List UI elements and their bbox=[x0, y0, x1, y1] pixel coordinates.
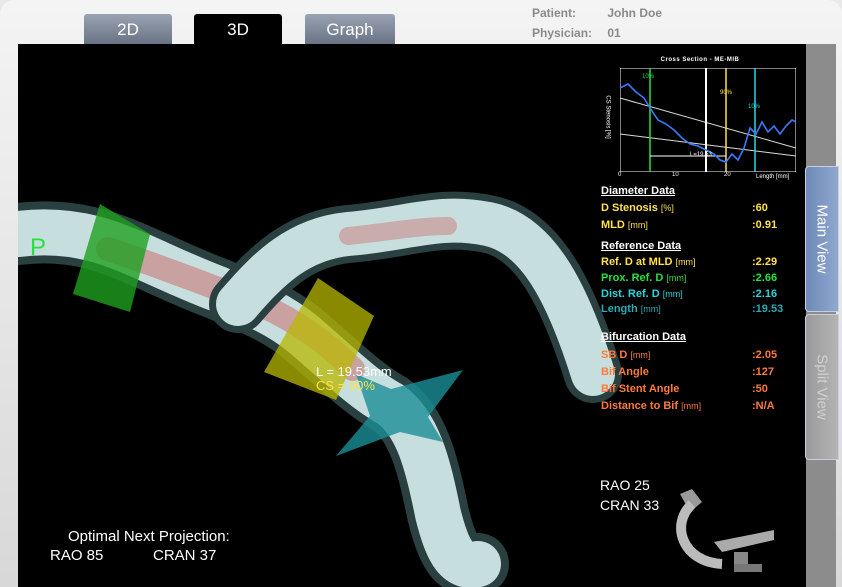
x-tick-10: 10 bbox=[672, 172, 679, 178]
diameter-data-header: Diameter Data bbox=[601, 185, 675, 197]
mld-unit: [mm] bbox=[627, 220, 648, 230]
ref-d-mld-row: Ref. D at MLD [mm] :2.29 bbox=[601, 256, 777, 268]
marker-left-label: 10% bbox=[642, 74, 655, 80]
d-stenosis-value: :60 bbox=[752, 202, 768, 214]
tab-3d[interactable]: 3D bbox=[194, 14, 282, 44]
split-view-label: Split View bbox=[813, 354, 831, 420]
bif-stent-angle-value: :50 bbox=[752, 383, 768, 395]
cross-section-chart: Cross Section - ME-MIB CS Stenosis [%] 1… bbox=[600, 56, 800, 186]
ref-d-mld-label: Ref. D at MLD bbox=[601, 256, 673, 268]
branch-shading bbox=[339, 217, 457, 245]
cross-section-ylabel: CS Stenosis [%] bbox=[604, 95, 611, 139]
main-view-tab[interactable]: Main View bbox=[805, 166, 839, 312]
prox-ref-d-label: Prox. Ref. D bbox=[601, 272, 664, 284]
patient-row: Patient: John Doe bbox=[532, 6, 662, 20]
marker-mid-label: 90% bbox=[720, 90, 733, 96]
dist-ref-d-label: Dist. Ref. D bbox=[601, 288, 660, 300]
bif-stent-angle-label: Bif Stent Angle bbox=[601, 383, 680, 395]
optimal-rao: RAO 85 bbox=[50, 547, 104, 564]
prox-ref-d-unit: [mm] bbox=[666, 273, 687, 283]
sb-d-value: :2.05 bbox=[752, 349, 778, 361]
dist-ref-d-value: :2.16 bbox=[752, 288, 778, 300]
distance-to-bif-label: Distance to Bif bbox=[601, 400, 679, 412]
cross-section-xlabel: Length [mm] bbox=[756, 174, 790, 180]
d-stenosis-row: D Stenosis [%] :60 bbox=[601, 202, 768, 214]
optimal-cran: CRAN 37 bbox=[153, 547, 217, 564]
tab-2d[interactable]: 2D bbox=[84, 14, 172, 44]
c-arm-orientation-icon bbox=[676, 489, 774, 572]
dist-ref-d-row: Dist. Ref. D [mm] :2.16 bbox=[601, 288, 777, 300]
angle-cran: CRAN 33 bbox=[600, 497, 660, 513]
reference-data-header: Reference Data bbox=[601, 240, 682, 252]
distance-to-bif-unit: [mm] bbox=[681, 401, 702, 411]
mld-row: MLD [mm] :0.91 bbox=[601, 219, 777, 231]
x-tick-20: 20 bbox=[724, 172, 731, 178]
sb-d-unit: [mm] bbox=[630, 350, 651, 360]
bif-angle-value: :127 bbox=[752, 366, 775, 378]
x-tick-0: 0 bbox=[618, 172, 622, 178]
distance-to-bif-row: Distance to Bif [mm] :N/A bbox=[601, 400, 775, 412]
marker-right-label: 10% bbox=[748, 104, 761, 110]
sb-d-label: SB D bbox=[601, 349, 628, 361]
mld-value: :0.91 bbox=[752, 219, 778, 231]
bif-angle-label: Bif Angle bbox=[601, 366, 649, 378]
prox-ref-d-row: Prox. Ref. D [mm] :2.66 bbox=[601, 272, 777, 284]
distance-to-bif-value: :N/A bbox=[752, 400, 775, 412]
ref-d-mld-value: :2.29 bbox=[752, 256, 778, 268]
physician-label: Physician: bbox=[532, 26, 593, 40]
split-view-tab[interactable]: Split View bbox=[805, 314, 839, 460]
length-marker-label: L=19.53 bbox=[690, 152, 712, 158]
tab-graph[interactable]: Graph bbox=[305, 14, 395, 44]
bif-angle-row: Bif Angle :127 bbox=[601, 366, 774, 378]
physician-value: 01 bbox=[607, 26, 621, 40]
sb-d-row: SB D [mm] :2.05 bbox=[601, 349, 777, 361]
length-value: :19.53 bbox=[752, 303, 784, 315]
physician-row: Physician: 01 bbox=[532, 26, 621, 40]
ref-d-mld-unit: [mm] bbox=[675, 257, 696, 267]
mld-label: MLD bbox=[601, 219, 625, 231]
length-label-text: Length bbox=[601, 303, 638, 315]
bifurcation-data-header: Bifurcation Data bbox=[601, 331, 686, 343]
length-unit: [mm] bbox=[640, 304, 661, 314]
main-view-label: Main View bbox=[813, 204, 831, 274]
dist-ref-d-unit: [mm] bbox=[662, 289, 683, 299]
length-row: Length [mm] :19.53 bbox=[601, 303, 783, 315]
d-stenosis-unit: [%] bbox=[660, 203, 674, 213]
cs-label: CS = 90% bbox=[316, 378, 375, 393]
bif-stent-angle-row: Bif Stent Angle :50 bbox=[601, 383, 768, 395]
patient-label: Patient: bbox=[532, 6, 577, 20]
cross-section-title: Cross Section - ME-MIB bbox=[660, 57, 740, 63]
prox-ref-d-value: :2.66 bbox=[752, 272, 778, 284]
optimal-projection-title: Optimal Next Projection: bbox=[68, 528, 230, 545]
angle-rao: RAO 25 bbox=[600, 477, 650, 493]
length-label: L = 19.53mm bbox=[316, 364, 392, 379]
p-marker-label: P bbox=[30, 234, 47, 261]
patient-name: John Doe bbox=[607, 6, 663, 20]
d-stenosis-label: D Stenosis bbox=[601, 202, 658, 214]
